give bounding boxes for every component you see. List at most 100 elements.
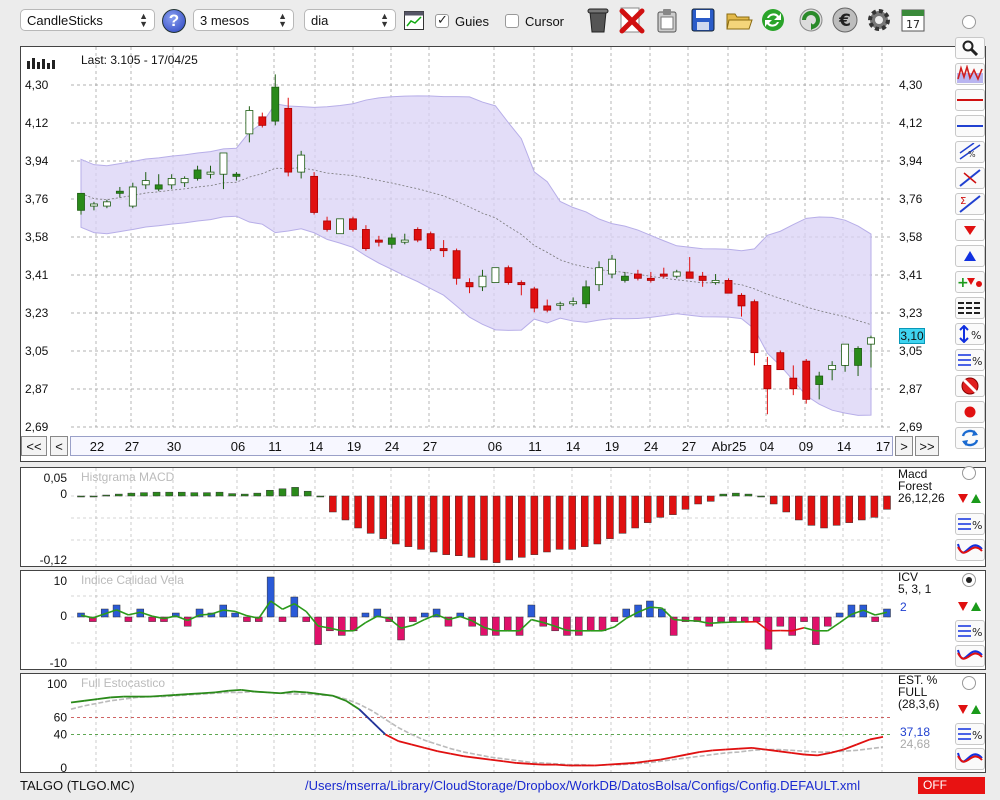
stochastic-k-line xyxy=(607,762,622,766)
main-panel-radio[interactable] xyxy=(962,15,976,29)
candle-body xyxy=(698,275,707,281)
stochastic-panel-radio[interactable] xyxy=(962,676,976,690)
y-tick-label: 60 xyxy=(54,711,68,725)
histogram-bar xyxy=(278,488,287,497)
histogram-bar xyxy=(316,495,325,498)
histogram-bar xyxy=(598,616,607,632)
stochastic-label: EST. % FULL (28,3,6) xyxy=(898,673,940,711)
nav-last-button[interactable]: >> xyxy=(915,436,939,456)
cursor-label: Cursor xyxy=(525,14,565,29)
y-tick-label: 0 xyxy=(60,761,67,772)
icv-panel-radio[interactable] xyxy=(962,573,976,587)
candle-body xyxy=(776,352,785,371)
macd-oscillator-button[interactable] xyxy=(955,539,985,561)
histogram-bar xyxy=(228,493,236,497)
trendline-button[interactable] xyxy=(955,167,985,189)
candle-body xyxy=(400,239,409,243)
candle-body xyxy=(439,248,448,252)
nav-next-button[interactable]: > xyxy=(895,436,913,456)
paste-icon[interactable] xyxy=(652,5,682,35)
histogram-bar xyxy=(302,616,310,622)
histogram-bar xyxy=(89,495,98,498)
x-tick-label: 04 xyxy=(760,439,774,454)
swap-button[interactable] xyxy=(955,427,985,449)
buy-arrow-button[interactable] xyxy=(955,245,985,267)
remove-button[interactable] xyxy=(955,375,985,397)
price-chart-panel[interactable]: 4,30 4,30 4,12 4,12 3,94 3,94 3,76 3,76 3,58 3,58… xyxy=(20,46,986,462)
guides-checkbox[interactable] xyxy=(435,12,449,28)
config-path-link[interactable]: /Users/mserra/Library/CloudStorage/Dropb… xyxy=(305,778,860,793)
sell-arrow-button[interactable] xyxy=(955,219,985,241)
refresh-icon[interactable] xyxy=(758,5,788,35)
percent-levels-button[interactable]: % xyxy=(955,349,985,371)
nav-first-button[interactable]: << xyxy=(21,436,47,456)
y-tick-label-left: 3,94 xyxy=(25,154,49,168)
chart-type-select[interactable]: CandleSticks ▲ ▼ xyxy=(20,9,155,31)
horizontal-line-red-button[interactable] xyxy=(955,89,985,111)
record-button[interactable] xyxy=(955,401,985,423)
stoch-signal-arrows-button[interactable] xyxy=(955,698,985,720)
price-chart: 4,30 4,30 4,12 4,12 3,94 3,94 3,76 3,76 3,58 3,58… xyxy=(25,47,923,434)
icv-signal-arrows-button[interactable] xyxy=(955,595,985,617)
scale-percent-button[interactable]: % xyxy=(955,323,985,345)
icv-panel[interactable]: Indice Calidad Vela 10 0 -10 ICV 5, 3, 1 2 xyxy=(20,570,986,670)
date-axis[interactable]: 22 27 30 06 11 14 19 24 27 06 11 14 19 24 27 Abr25 04 09 1… xyxy=(70,436,893,456)
nav-prev-button[interactable]: < xyxy=(50,436,68,456)
macd-signal-arrows-button[interactable] xyxy=(955,487,985,509)
y-tick-label-right: 4,30 xyxy=(899,78,923,92)
histogram-bar xyxy=(115,493,123,497)
candle-body xyxy=(154,184,163,190)
calendar-icon[interactable]: 17 xyxy=(898,5,928,35)
price-tag: 3,10 xyxy=(899,328,925,344)
candle-body xyxy=(387,237,396,245)
histogram-bar xyxy=(832,495,841,526)
macd-percent-levels-button[interactable]: % xyxy=(955,513,985,535)
settings-icon[interactable] xyxy=(864,5,894,35)
delete-icon[interactable] xyxy=(617,5,647,35)
stochastic-k-line xyxy=(869,736,884,741)
histogram-bar xyxy=(417,495,425,550)
indicator-overlay-button[interactable] xyxy=(955,63,985,85)
candle-body xyxy=(180,178,189,184)
histogram-bar xyxy=(543,495,551,553)
period-select[interactable]: 3 mesos ▲ ▼ xyxy=(193,9,294,31)
stoch-percent-levels-button[interactable]: % xyxy=(955,723,985,745)
interval-select[interactable]: dia ▲ ▼ xyxy=(304,9,396,31)
help-button[interactable]: ? xyxy=(162,9,186,33)
cursor-checkbox[interactable] xyxy=(505,14,519,28)
candle-body xyxy=(297,154,306,173)
histogram-bar xyxy=(741,616,749,622)
euro-icon[interactable]: € xyxy=(830,5,860,35)
histogram-bar xyxy=(420,612,429,618)
macd-panel[interactable]: Histgrama MACD 0,05 0 -0,12 Macd Forest 26,… xyxy=(20,467,986,567)
stochastic-panel[interactable]: Full Estocastico 100 60 40 0 EST. % FULL (28… xyxy=(20,673,986,773)
stochastic-k-line xyxy=(673,753,687,758)
chart-window-icon[interactable] xyxy=(404,11,424,30)
histogram-bar xyxy=(518,495,526,558)
candle-body xyxy=(426,233,435,249)
histogram-bar xyxy=(681,495,690,510)
histogram-bar xyxy=(152,491,161,497)
trash-icon[interactable] xyxy=(583,5,613,35)
histogram-bar xyxy=(215,491,224,497)
open-folder-icon[interactable] xyxy=(724,5,754,35)
y-tick-label-right: 2,69 xyxy=(899,420,923,434)
add-signal-button[interactable]: + xyxy=(955,271,985,293)
histogram-bar xyxy=(610,616,619,622)
x-tick-label: 06 xyxy=(488,439,502,454)
zoom-button[interactable] xyxy=(955,37,985,59)
macd-panel-radio[interactable] xyxy=(962,466,976,480)
horizontal-line-blue-button[interactable] xyxy=(955,115,985,137)
reload-icon[interactable] xyxy=(796,5,826,35)
icv-percent-levels-button[interactable]: % xyxy=(955,620,985,642)
icv-oscillator-button[interactable] xyxy=(955,645,985,667)
channel-button[interactable]: % xyxy=(955,141,985,163)
x-tick-label: 27 xyxy=(682,439,696,454)
stoch-oscillator-button[interactable] xyxy=(955,748,985,770)
status-badge[interactable]: OFF xyxy=(918,777,985,794)
grid-lines-button[interactable] xyxy=(955,297,985,319)
save-icon[interactable] xyxy=(688,5,718,35)
histogram-bar xyxy=(705,616,713,627)
histogram-bar xyxy=(845,495,853,523)
sigma-line-button[interactable]: Σ xyxy=(955,193,985,215)
